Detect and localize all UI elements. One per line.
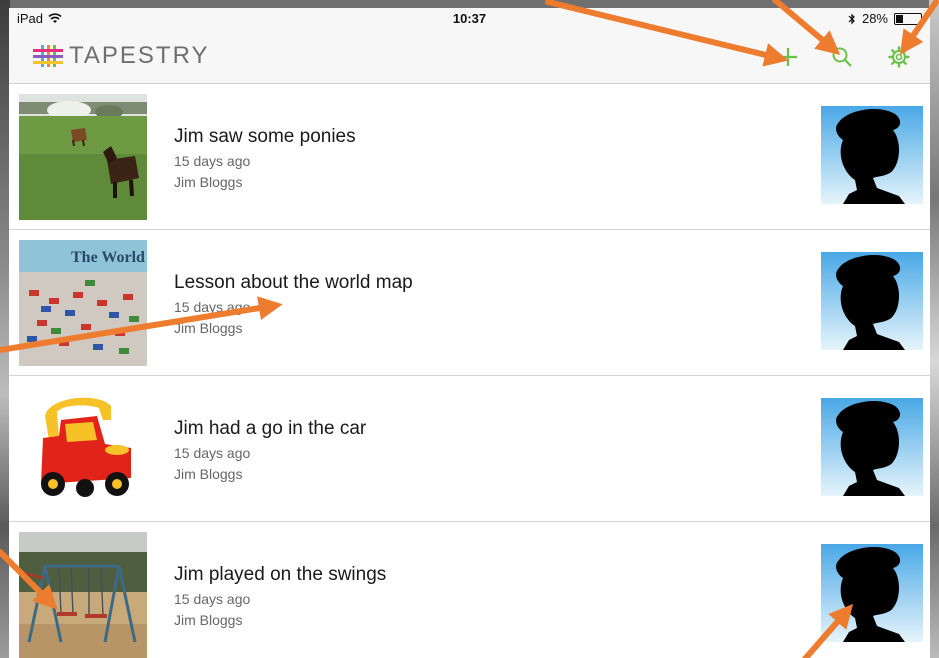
observation-row[interactable]: The World Lesson about the world map 15 … <box>9 230 930 376</box>
world-map-photo: The World <box>19 240 147 366</box>
add-button[interactable] <box>771 40 805 74</box>
observation-author: Jim Bloggs <box>174 320 243 336</box>
observation-author: Jim Bloggs <box>174 612 243 628</box>
observation-row[interactable]: Jim saw some ponies 15 days ago Jim Blog… <box>9 84 930 230</box>
ipad-screen: iPad 10:37 28% TAPESTRY Jim saw some pon… <box>9 8 930 658</box>
silhouette-avatar-icon <box>821 252 923 350</box>
observation-thumbnail <box>19 94 147 220</box>
child-avatar <box>821 544 923 642</box>
search-icon <box>832 47 852 67</box>
battery-fill <box>896 14 903 23</box>
child-avatar <box>821 106 923 204</box>
app-name: TAPESTRY <box>69 42 210 69</box>
observation-title: Jim played on the swings <box>174 564 387 585</box>
silhouette-avatar-icon <box>821 544 923 642</box>
observation-time: 15 days ago <box>174 153 251 169</box>
child-avatar <box>821 398 923 496</box>
settings-button[interactable] <box>882 40 916 74</box>
status-bar: iPad 10:37 28% <box>9 8 930 28</box>
swings-photo <box>19 532 147 658</box>
silhouette-avatar-icon <box>821 106 923 204</box>
search-button[interactable] <box>825 40 859 74</box>
status-time: 10:37 <box>452 11 487 26</box>
observation-time: 15 days ago <box>174 299 251 315</box>
observation-title: Jim saw some ponies <box>174 126 356 147</box>
add-icon <box>779 48 797 66</box>
background-right-edge <box>929 0 939 658</box>
toy-car-photo <box>19 386 147 512</box>
world-map-caption: The World <box>71 249 145 266</box>
settings-gear-icon <box>888 46 910 68</box>
observation-time: 15 days ago <box>174 591 251 607</box>
observation-row[interactable]: Jim had a go in the car 15 days ago Jim … <box>9 376 930 522</box>
observation-title: Lesson about the world map <box>174 272 413 293</box>
child-avatar <box>821 252 923 350</box>
observation-thumbnail <box>19 386 147 512</box>
bluetooth-icon <box>848 13 855 24</box>
observation-time: 15 days ago <box>174 445 251 461</box>
observation-feed: Jim saw some ponies 15 days ago Jim Blog… <box>9 84 930 658</box>
observation-thumbnail <box>19 532 147 658</box>
ponies-photo <box>19 94 147 220</box>
tapestry-logo-icon <box>33 45 63 67</box>
battery-percent: 28% <box>861 11 888 26</box>
battery-tip <box>923 16 925 21</box>
battery-icon <box>894 12 925 25</box>
observation-title: Jim had a go in the car <box>174 418 367 439</box>
silhouette-avatar-icon <box>821 398 923 496</box>
status-right: 28% <box>848 11 925 26</box>
observation-author: Jim Bloggs <box>174 466 243 482</box>
observation-row[interactable]: Jim played on the swings 15 days ago Jim… <box>9 522 930 658</box>
observation-author: Jim Bloggs <box>174 174 243 190</box>
nav-bar: TAPESTRY <box>9 28 930 84</box>
app-logo: TAPESTRY <box>33 42 209 70</box>
observation-thumbnail: The World <box>19 240 147 366</box>
